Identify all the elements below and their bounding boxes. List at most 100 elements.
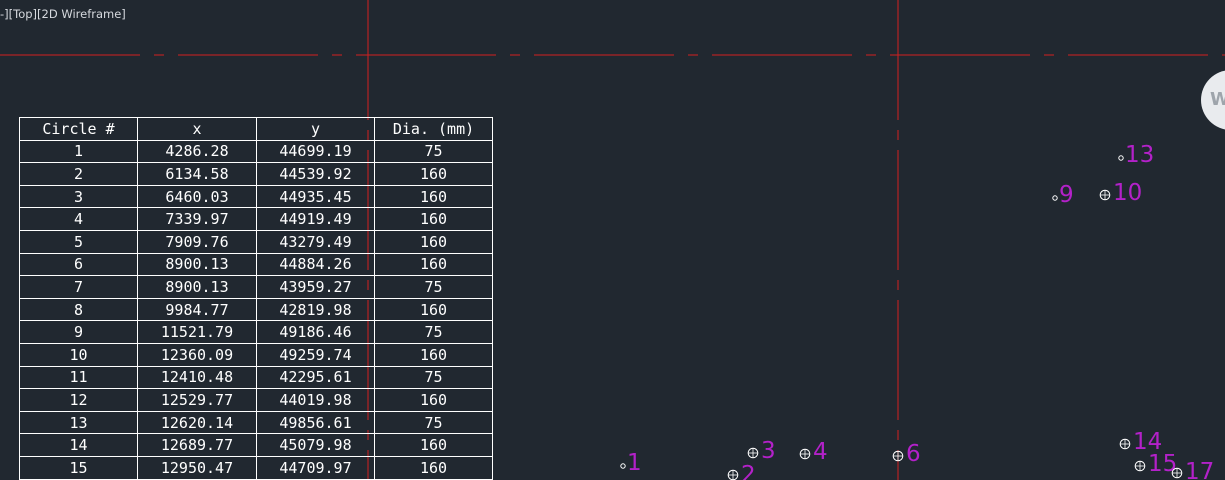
cell-circle-number: 1: [19, 139, 138, 164]
cell-circle-number: 5: [19, 229, 138, 254]
marker-label: 10: [1113, 180, 1142, 206]
circle-symbol: [620, 463, 626, 469]
table-row[interactable]: 1 4286.28 44699.19 75: [19, 139, 493, 164]
cell-y: 44884.26: [256, 252, 375, 277]
cell-x: 12620.14: [137, 410, 257, 435]
circle-marker[interactable]: 10: [1099, 180, 1142, 206]
cell-circle-number: 6: [19, 252, 138, 277]
table-row[interactable]: 8 9984.77 42819.98 160: [19, 297, 493, 322]
cell-y: 44935.45: [256, 184, 375, 209]
marker-label: 6: [906, 441, 921, 467]
table-row[interactable]: 15 12950.47 44709.97 160: [19, 455, 493, 480]
cell-x: 12950.47: [137, 455, 257, 480]
cell-y: 44919.49: [256, 207, 375, 231]
cell-diameter: 160: [374, 162, 493, 186]
circle-symbol: [1118, 155, 1124, 161]
marker-label: 1: [627, 450, 642, 476]
cell-y: 44019.98: [256, 388, 375, 412]
circle-marker[interactable]: 4: [799, 439, 828, 465]
cell-diameter: 75: [374, 365, 493, 390]
cell-diameter: 160: [374, 455, 493, 480]
circle-symbol: [1052, 195, 1058, 201]
table-row[interactable]: 3 6460.03 44935.45 160: [19, 184, 493, 209]
cell-x: 12410.48: [137, 365, 257, 390]
marker-label: 9: [1059, 182, 1074, 208]
cell-y: 44709.97: [256, 455, 375, 480]
circle-markers: 1 23 4 69 10131415 17: [620, 142, 1214, 480]
circle-marker[interactable]: 2: [727, 462, 756, 480]
circle-marker[interactable]: 1: [620, 450, 642, 476]
cell-diameter: 160: [374, 388, 493, 412]
cell-diameter: 160: [374, 297, 493, 322]
cell-y: 44539.92: [256, 162, 375, 186]
table-row[interactable]: 9 11521.79 49186.46 75: [19, 320, 493, 344]
table-row[interactable]: 6 8900.13 44884.26 160: [19, 252, 493, 277]
cell-circle-number: 15: [19, 455, 138, 480]
cell-x: 12360.09: [137, 342, 257, 367]
cell-x: 4286.28: [137, 139, 257, 164]
cell-circle-number: 10: [19, 342, 138, 367]
cell-circle-number: 7: [19, 275, 138, 299]
cell-y: 43959.27: [256, 275, 375, 299]
table-row[interactable]: 5 7909.76 43279.49 160: [19, 229, 493, 254]
table-row[interactable]: 11 12410.48 42295.61 75: [19, 365, 493, 390]
cell-diameter: 75: [374, 410, 493, 435]
cell-circle-number: 12: [19, 388, 138, 412]
table-row[interactable]: 4 7339.97 44919.49 160: [19, 207, 493, 231]
marker-label: 2: [741, 462, 756, 480]
cell-y: 49186.46: [256, 320, 375, 344]
cell-diameter: 160: [374, 184, 493, 209]
header-x: x: [137, 117, 257, 141]
cell-y: 42295.61: [256, 365, 375, 390]
cell-x: 8900.13: [137, 252, 257, 277]
header-diameter: Dia. (mm): [374, 117, 493, 141]
cell-diameter: 160: [374, 229, 493, 254]
table-header-row: Circle # x y Dia. (mm): [19, 117, 493, 141]
table-row[interactable]: 14 12689.77 45079.98 160: [19, 433, 493, 457]
cell-diameter: 160: [374, 207, 493, 231]
cell-circle-number: 8: [19, 297, 138, 322]
cell-x: 7339.97: [137, 207, 257, 231]
table-row[interactable]: 13 12620.14 49856.61 75: [19, 410, 493, 435]
circle-marker[interactable]: 17: [1171, 459, 1214, 480]
cell-y: 45079.98: [256, 433, 375, 457]
cell-diameter: 160: [374, 433, 493, 457]
cell-diameter: 160: [374, 252, 493, 277]
table-row[interactable]: 2 6134.58 44539.92 160: [19, 162, 493, 186]
circle-marker[interactable]: 3: [747, 438, 776, 464]
table-row[interactable]: 12 12529.77 44019.98 160: [19, 388, 493, 412]
cell-x: 7909.76: [137, 229, 257, 254]
marker-label: 13: [1125, 142, 1154, 168]
cell-x: 12529.77: [137, 388, 257, 412]
table-row[interactable]: 10 12360.09 49259.74 160: [19, 342, 493, 367]
circle-marker[interactable]: 13: [1118, 142, 1154, 168]
cell-x: 6134.58: [137, 162, 257, 186]
cell-circle-number: 11: [19, 365, 138, 390]
marker-label: 17: [1185, 459, 1214, 480]
cell-diameter: 75: [374, 139, 493, 164]
cell-x: 12689.77: [137, 433, 257, 457]
cell-y: 44699.19: [256, 139, 375, 164]
cell-circle-number: 13: [19, 410, 138, 435]
cell-y: 43279.49: [256, 229, 375, 254]
header-circle-number: Circle #: [19, 117, 138, 141]
circle-marker[interactable]: 6: [892, 441, 921, 467]
cell-x: 6460.03: [137, 184, 257, 209]
circle-marker[interactable]: 9: [1052, 182, 1074, 208]
cell-circle-number: 9: [19, 320, 138, 344]
cell-circle-number: 2: [19, 162, 138, 186]
cell-y: 49856.61: [256, 410, 375, 435]
cell-diameter: 75: [374, 275, 493, 299]
cell-diameter: 160: [374, 342, 493, 367]
viewcube-letter: W: [1210, 89, 1225, 110]
circle-coordinates-table[interactable]: Circle # x y Dia. (mm) 1 4286.28 44699.19 7…: [19, 117, 493, 480]
cell-circle-number: 3: [19, 184, 138, 209]
cell-x: 11521.79: [137, 320, 257, 344]
cell-diameter: 75: [374, 320, 493, 344]
cell-circle-number: 14: [19, 433, 138, 457]
marker-label: 3: [761, 438, 776, 464]
table-row[interactable]: 7 8900.13 43959.27 75: [19, 275, 493, 299]
header-y: y: [256, 117, 375, 141]
cell-x: 9984.77: [137, 297, 257, 322]
cell-circle-number: 4: [19, 207, 138, 231]
